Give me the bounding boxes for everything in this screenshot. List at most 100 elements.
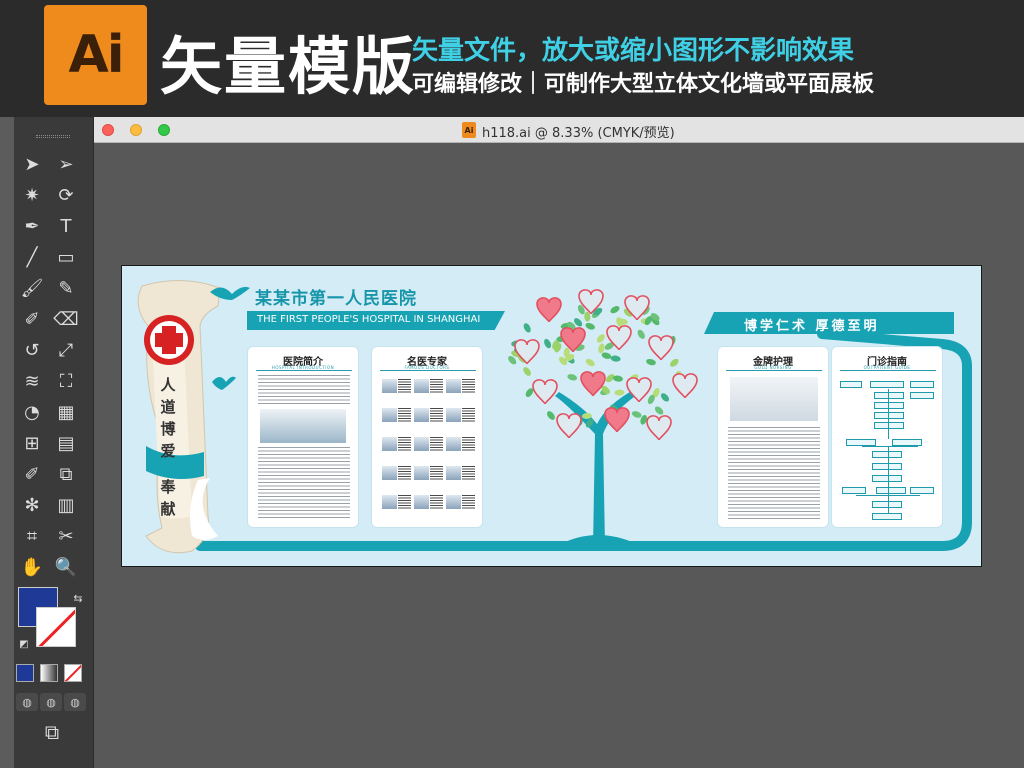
doctor-photo <box>382 408 397 422</box>
zoom-button[interactable] <box>158 124 170 136</box>
flow-step <box>874 392 904 399</box>
hospital-name: 某某市第一人民医院 <box>255 284 417 309</box>
doctor-bio <box>398 379 411 393</box>
illustrator-logo: Ai <box>44 5 147 105</box>
paintbrush-tool-icon[interactable]: 🖌 <box>18 275 46 301</box>
doctor-bio <box>430 437 443 451</box>
mesh-tool-icon[interactable]: ⊞ <box>18 430 46 456</box>
flow-connector <box>862 446 918 447</box>
rotate-tool-icon[interactable]: ↺ <box>18 337 46 363</box>
flow-step <box>874 422 904 429</box>
tree-leaf <box>597 343 605 354</box>
doctor-photo <box>414 379 429 393</box>
warp-tool-icon[interactable]: ≋ <box>18 368 46 394</box>
doctor-bio <box>430 408 443 422</box>
heart-photo-frame <box>515 340 539 364</box>
document-title: h118.ai @ 8.33% (CMYK/预览) <box>482 122 675 141</box>
panel-outpatient-guide: 门诊指南 OUTPATIENT GUIDE <box>831 346 943 528</box>
hospital-building-photo <box>260 409 346 443</box>
flow-step <box>846 439 876 446</box>
heart-photo-frame <box>649 336 673 360</box>
minimize-button[interactable] <box>130 124 142 136</box>
doctor-bio <box>430 495 443 509</box>
english-name-bar: THE FIRST PEOPLE'S HOSPITAL IN SHANGHAI <box>247 311 505 330</box>
panel-grip[interactable] <box>36 135 70 138</box>
tree-leaf <box>545 410 556 422</box>
default-colors-icon[interactable]: ◩ <box>10 631 38 657</box>
tree-leaf <box>584 322 596 331</box>
flow-step <box>872 513 902 520</box>
line-tool-icon[interactable]: ╱ <box>18 244 46 270</box>
doctor-photo <box>414 437 429 451</box>
scroll-char: 奉 <box>156 476 180 498</box>
stroke-color-swatch[interactable] <box>36 607 76 647</box>
doctor-bio <box>462 408 475 422</box>
nurses-photo <box>730 377 818 421</box>
tree-leaf <box>636 328 646 340</box>
doctor-photo <box>382 437 397 451</box>
artboard-tool-icon[interactable]: ⌗ <box>18 523 46 549</box>
body-text-block <box>258 375 350 405</box>
screen-mode-button[interactable]: ⧉ <box>32 719 72 745</box>
perspective-grid-tool-icon[interactable]: ▦ <box>52 399 80 425</box>
draw-behind-button[interactable]: ◍ <box>40 693 62 711</box>
gradient-mode-button[interactable] <box>40 664 58 682</box>
flow-step <box>872 451 902 458</box>
close-button[interactable] <box>102 124 114 136</box>
heart-photo-frame <box>533 380 557 404</box>
doctor-photo <box>382 379 397 393</box>
shape-builder-tool-icon[interactable]: ◔ <box>18 399 46 425</box>
free-transform-tool-icon[interactable]: ⛶ <box>52 368 80 394</box>
flow-connector <box>856 495 920 496</box>
panel-rule <box>380 370 476 371</box>
pencil-tool-icon[interactable]: ✎ <box>52 275 80 301</box>
gradient-tool-icon[interactable]: ▤ <box>52 430 80 456</box>
color-mode-button[interactable] <box>16 664 34 682</box>
magic-wand-tool-icon[interactable]: ✷ <box>18 182 46 208</box>
panel-rule <box>726 370 822 371</box>
zoom-tool-icon[interactable]: 🔍 <box>52 554 80 580</box>
flow-step <box>872 475 902 482</box>
hand-tool-icon[interactable]: ✋ <box>18 554 46 580</box>
artboard[interactable]: 人 道 博 爱 奉 献 某某市第一人民医院 THE FIRST PEOPLE'S… <box>121 265 982 567</box>
tree-leaf <box>543 338 553 350</box>
doctor-photo <box>414 408 429 422</box>
doctor-bio <box>462 437 475 451</box>
motto-bar: 博学仁术 厚德至明 <box>704 312 954 334</box>
draw-normal-button[interactable]: ◍ <box>16 693 38 711</box>
tree-leaf <box>659 392 670 403</box>
eraser-tool-icon[interactable]: ⌫ <box>52 306 80 332</box>
ai-logo-text: Ai <box>68 25 122 85</box>
flow-step <box>842 487 866 494</box>
flow-step <box>910 392 934 399</box>
tools-panel: ➤ ➢ ✷ ⟳ ✒ T ╱ ▭ 🖌 ✎ ✐ ⌫ ↺ ⤢ ≋ ⛶ ◔ ▦ ⊞ ▤ ✐ ⧉ ✻ ▥ ⌗ ✂ ✋ 🔍 ⇆ ◩ ◍ ◍ ◍ ⧉ <box>14 117 94 768</box>
lasso-tool-icon[interactable]: ⟳ <box>52 182 80 208</box>
body-text-block <box>728 427 820 519</box>
eyedropper-tool-icon[interactable]: ✐ <box>18 461 46 487</box>
slice-tool-icon[interactable]: ✂ <box>52 523 80 549</box>
scroll-char: 人 <box>156 374 180 396</box>
draw-inside-button[interactable]: ◍ <box>64 693 86 711</box>
flow-step <box>874 402 904 409</box>
direct-selection-tool-icon[interactable]: ➢ <box>52 151 80 177</box>
column-graph-tool-icon[interactable]: ▥ <box>52 492 80 518</box>
none-mode-button[interactable] <box>64 664 82 682</box>
blob-brush-tool-icon[interactable]: ✐ <box>18 306 46 332</box>
flow-step <box>872 463 902 470</box>
tree-leaf <box>669 357 681 368</box>
rectangle-tool-icon[interactable]: ▭ <box>52 244 80 270</box>
selection-tool-icon[interactable]: ➤ <box>18 151 46 177</box>
blend-tool-icon[interactable]: ⧉ <box>52 461 80 487</box>
scale-tool-icon[interactable]: ⤢ <box>52 337 80 363</box>
symbol-sprayer-tool-icon[interactable]: ✻ <box>18 492 46 518</box>
scroll-char: 道 <box>156 396 180 418</box>
panel-rule <box>256 370 352 371</box>
swap-colors-icon[interactable]: ⇆ <box>64 585 92 611</box>
pen-tool-icon[interactable]: ✒ <box>18 213 46 239</box>
doctor-photo <box>446 437 461 451</box>
document-icon-text: Ai <box>465 126 474 135</box>
panel-hospital-intro: 医院简介 HOSPITAL INTRODUCTION <box>247 346 359 528</box>
doctor-bio <box>398 437 411 451</box>
doctor-bio <box>398 408 411 422</box>
type-tool-icon[interactable]: T <box>52 213 80 239</box>
